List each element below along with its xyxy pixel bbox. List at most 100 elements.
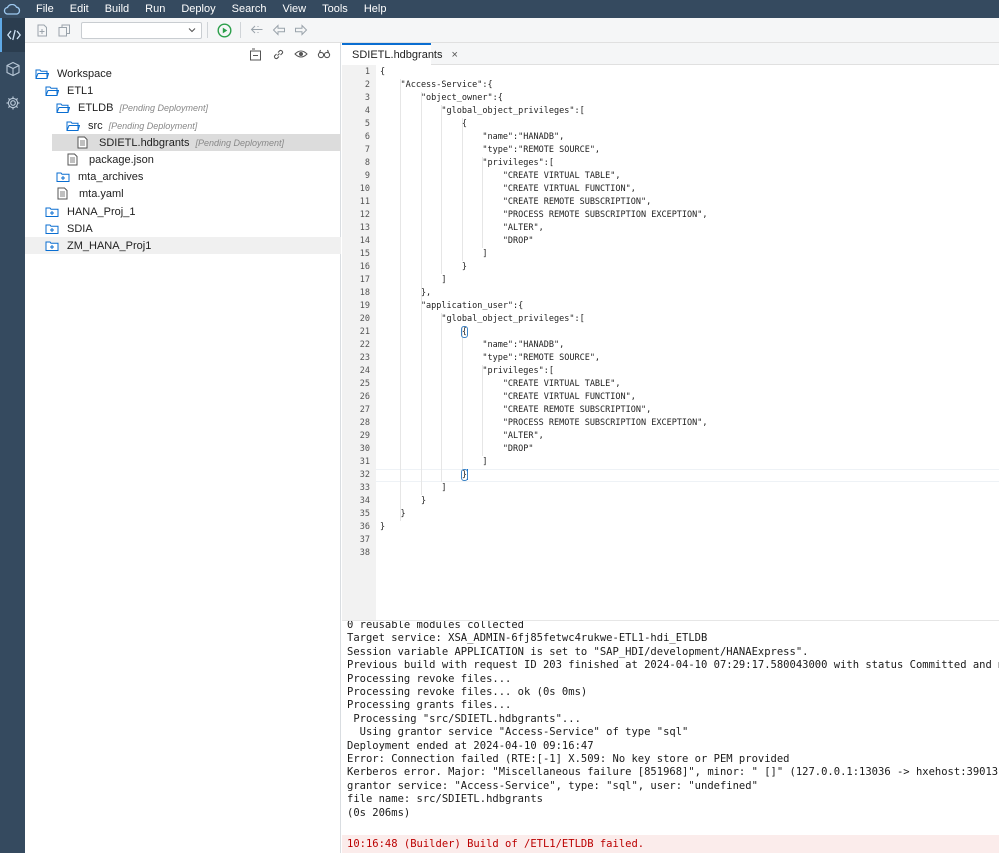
search-icon[interactable] [316, 46, 332, 62]
cube-icon[interactable] [0, 52, 25, 86]
new-file-icon[interactable] [31, 19, 53, 41]
line-number: 18 [359, 288, 370, 298]
tree-item-hana-proj-1[interactable]: HANA_Proj_1 [25, 203, 341, 220]
forward-icon[interactable] [290, 19, 312, 41]
settings-icon[interactable] [0, 86, 25, 120]
menu-search[interactable]: Search [224, 0, 275, 18]
workspace-tools [25, 43, 340, 65]
tree-item-label: src [88, 119, 103, 132]
console-line: Deployment ended at 2024-04-10 09:16:47 [347, 739, 594, 752]
code-line: { [380, 119, 467, 129]
tree-item-sdietl-hdbgrants[interactable]: SDIETL.hdbgrants [Pending Deployment] [52, 134, 341, 151]
line-number: 21 [359, 327, 370, 337]
tree-item-zm-hana-proj1[interactable]: ZM_HANA_Proj1 [25, 237, 341, 254]
menu-tools[interactable]: Tools [314, 0, 356, 18]
code-line: ] [380, 483, 447, 493]
line-number: 20 [359, 314, 370, 324]
tree-item-label: HANA_Proj_1 [67, 205, 136, 218]
tree-item-label: Workspace [57, 67, 112, 80]
menu-run[interactable]: Run [137, 0, 173, 18]
link-icon[interactable] [270, 46, 286, 62]
folder-open-icon [56, 101, 70, 114]
collapse-all-icon[interactable] [247, 46, 263, 62]
line-number: 12 [359, 210, 370, 220]
console-line: 0 reusable modules collected [347, 620, 525, 631]
tree-item-etl1[interactable]: ETL1 [25, 82, 341, 99]
console-line: Error: Connection failed (RTE:[-1] X.509… [347, 753, 790, 765]
line-number: 9 [364, 171, 370, 181]
console-line: Processing grants files... [347, 699, 512, 712]
pending-deployment-badge: [Pending Deployment] [108, 120, 198, 131]
tree-item-sdia[interactable]: SDIA [25, 220, 341, 237]
line-number: 6 [364, 132, 370, 142]
code-line: } [380, 262, 467, 272]
tree-item-package-json[interactable]: package.json [25, 151, 341, 168]
code-line: "global_object_privileges":[ [380, 314, 585, 324]
undo-icon[interactable] [246, 19, 268, 41]
tab-sdietl-hdbgrants[interactable]: SDIETL.hdbgrants × [342, 43, 458, 65]
line-number: 19 [359, 301, 370, 311]
menu-bar: File Edit Build Run Deploy Search View T… [0, 0, 999, 18]
code-editor-icon[interactable] [0, 18, 25, 52]
line-number: 26 [359, 392, 370, 402]
code-line: "type":"REMOTE SOURCE", [380, 145, 601, 155]
tree-item-label: ZM_HANA_Proj1 [67, 239, 152, 252]
tree-item-mta-yaml[interactable]: mta.yaml [25, 185, 341, 202]
line-number: 7 [364, 145, 370, 155]
console-line: Using grantor service "Access-Service" o… [347, 726, 689, 739]
menu-build[interactable]: Build [97, 0, 137, 18]
tree-item-mta-archives[interactable]: mta_archives [25, 168, 341, 185]
menu-help[interactable]: Help [356, 0, 395, 18]
tree-item-etldb[interactable]: ETLDB [Pending Deployment] [25, 99, 341, 116]
menu-edit[interactable]: Edit [62, 0, 97, 18]
toolbar-separator [240, 22, 241, 38]
project-folder-icon [45, 205, 59, 218]
line-number: 31 [359, 457, 370, 467]
console-line: Target service: XSA_ADMIN-6fj85fetwc4ruk… [347, 632, 708, 645]
main-toolbar [25, 18, 999, 43]
line-number: 32 [359, 470, 370, 480]
console-line: grantor service: "Access-Service", type:… [347, 779, 758, 792]
tree-item-workspace[interactable]: Workspace [25, 65, 341, 82]
show-hidden-icon[interactable] [293, 46, 309, 62]
tree-item-label: mta_archives [78, 170, 144, 183]
console-line: Processing revoke files... [347, 672, 512, 685]
code-line: "application_user":{ [380, 301, 524, 311]
line-number: 27 [359, 405, 370, 415]
run-configuration-select[interactable] [81, 21, 202, 39]
code-line: "CREATE VIRTUAL FUNCTION", [380, 184, 636, 194]
matched-bracket: { [460, 326, 469, 338]
console-line: Processing revoke files... ok (0s 0ms) [347, 686, 588, 698]
run-icon[interactable] [213, 19, 235, 41]
close-icon[interactable]: × [452, 49, 458, 61]
folder-open-icon [66, 119, 80, 132]
code-editor[interactable]: 1 2 3 4 5 6 7 8 9 10 11 12 13 14 15 16 17 18 19 20 21 22 23 24 2… [342, 65, 999, 620]
menu-view[interactable]: View [274, 0, 314, 18]
menu-file[interactable]: File [24, 0, 62, 18]
tree-item-label: SDIA [67, 222, 93, 235]
code-line: } [380, 469, 469, 482]
line-number: 36 [359, 522, 370, 532]
code-line: "privileges":[ [380, 158, 554, 168]
line-number: 4 [364, 106, 370, 116]
tree-item-src[interactable]: src [Pending Deployment] [25, 117, 341, 134]
tree-item-label: ETLDB [78, 101, 114, 114]
line-number: 16 [359, 262, 370, 272]
code-line: "type":"REMOTE SOURCE", [380, 353, 601, 363]
console-line: Previous build with request ID 203 finis… [347, 659, 999, 672]
menu-deploy[interactable]: Deploy [173, 0, 223, 18]
file-icon [77, 136, 91, 149]
copy-icon[interactable] [53, 19, 75, 41]
code-line: "object_owner":{ [380, 93, 503, 103]
code-line: "DROP" [380, 236, 534, 246]
line-number: 28 [359, 418, 370, 428]
file-icon [57, 187, 71, 200]
back-icon[interactable] [268, 19, 290, 41]
line-number: 34 [359, 496, 370, 506]
console-line: Session variable APPLICATION is set to "… [347, 645, 809, 658]
code-line: "CREATE VIRTUAL TABLE", [380, 379, 621, 389]
line-number: 3 [364, 93, 370, 103]
code-line: { [380, 67, 386, 77]
active-line-highlight [376, 469, 999, 482]
tree-item-label: package.json [89, 153, 154, 166]
